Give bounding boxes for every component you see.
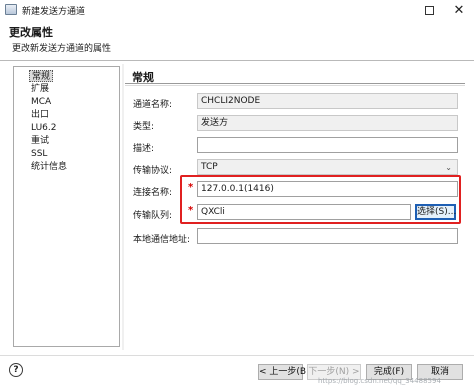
page-title: 更改属性 — [9, 26, 53, 39]
description-label: 描述: — [133, 144, 155, 154]
window-app-icon — [5, 4, 17, 15]
general-properties-panel: 常规 通道名称: CHCLI2NODE 类型: 发送方 描述: 传输协议: TC… — [125, 66, 465, 349]
nav-item-mca[interactable]: MCA — [29, 96, 53, 108]
window-title: 新建发送方通道 — [22, 7, 86, 17]
required-marker: * — [188, 182, 194, 193]
nav-item-lu62[interactable]: LU6.2 — [29, 122, 58, 134]
protocol-label: 传输协议: — [133, 166, 173, 176]
dialog-header: 更改属性 更改新发送方通道的属性 — [0, 20, 474, 61]
nav-item-extended[interactable]: 扩展 — [29, 83, 51, 95]
conn-name-input[interactable]: 127.0.0.1(1416) — [197, 181, 458, 197]
close-button[interactable]: ✕ — [444, 0, 474, 20]
local-address-input[interactable] — [197, 228, 458, 244]
nav-item-statistics[interactable]: 统计信息 — [29, 161, 69, 173]
nav-item-ssl[interactable]: SSL — [29, 148, 49, 160]
section-divider — [125, 83, 465, 84]
section-divider-shadow — [125, 85, 465, 86]
description-input[interactable] — [197, 137, 458, 153]
xmit-queue-label: 传输队列: — [133, 211, 173, 221]
close-icon: ✕ — [453, 2, 465, 18]
back-button[interactable]: < 上一步(B) — [258, 364, 310, 380]
help-icon[interactable]: ? — [9, 363, 23, 377]
channel-name-label: 通道名称: — [133, 100, 173, 110]
header-divider — [0, 60, 474, 61]
local-address-label: 本地通信地址: — [133, 235, 191, 245]
channel-name-field: CHCLI2NODE — [197, 93, 458, 109]
maximize-button[interactable] — [414, 0, 444, 20]
xmit-queue-input[interactable]: QXCli — [197, 204, 411, 220]
splitter-sash[interactable] — [122, 64, 124, 350]
protocol-value: TCP — [201, 162, 218, 172]
type-label: 类型: — [133, 122, 155, 132]
type-field: 发送方 — [197, 115, 458, 131]
maximize-icon — [424, 5, 434, 15]
protocol-select[interactable]: TCP ⌄ — [197, 159, 458, 175]
nav-item-exits[interactable]: 出口 — [29, 109, 51, 121]
nav-item-general[interactable]: 常规 — [29, 70, 54, 82]
watermark-text: https://blog.csdn.net/qq_34488594 — [318, 377, 441, 385]
page-subtitle: 更改新发送方通道的属性 — [12, 44, 112, 54]
required-marker: * — [188, 205, 194, 216]
footer-divider — [0, 355, 474, 356]
title-bar: 新建发送方通道 ✕ — [0, 0, 474, 20]
property-nav-list[interactable]: 常规 扩展 MCA 出口 LU6.2 重试 SSL 统计信息 — [13, 66, 120, 347]
nav-item-retry[interactable]: 重试 — [29, 135, 51, 147]
choose-queue-button[interactable]: 选择(S)... — [415, 204, 456, 220]
conn-name-label: 连接名称: — [133, 188, 173, 198]
chevron-down-icon: ⌄ — [445, 163, 452, 172]
